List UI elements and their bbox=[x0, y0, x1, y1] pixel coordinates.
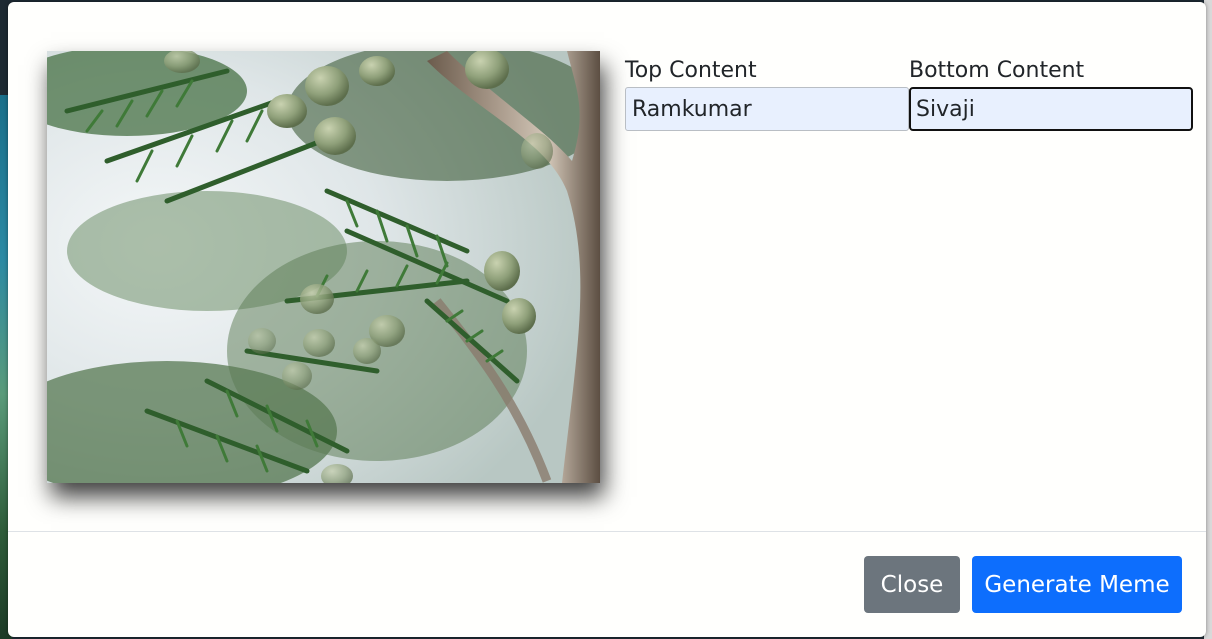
meme-template-image bbox=[47, 51, 600, 483]
bottom-content-label: Bottom Content bbox=[909, 58, 1085, 83]
modal-body: Top Content Bottom Content bbox=[8, 2, 1206, 531]
top-content-label: Top Content bbox=[625, 58, 757, 83]
top-content-input[interactable] bbox=[625, 87, 909, 131]
bottom-content-input[interactable] bbox=[909, 87, 1193, 131]
generate-meme-button[interactable]: Generate Meme bbox=[972, 556, 1182, 613]
meme-modal: Top Content Bottom Content Close Generat… bbox=[8, 2, 1206, 637]
modal-footer-divider bbox=[8, 531, 1206, 532]
close-button[interactable]: Close bbox=[864, 556, 960, 613]
